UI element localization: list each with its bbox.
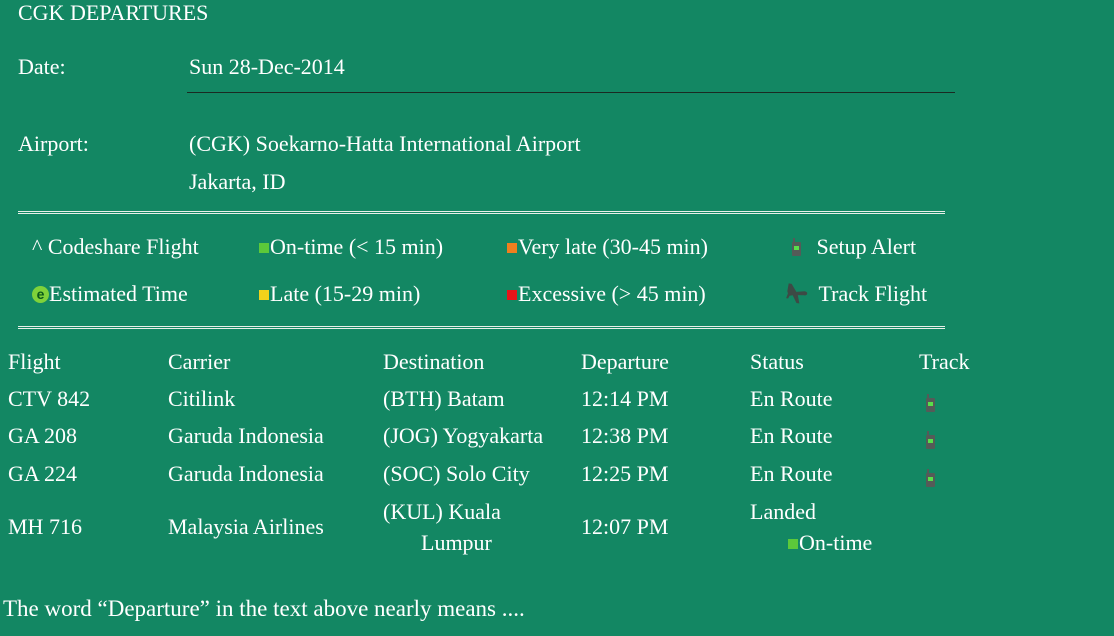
legend-late: Late (15-29 min) <box>259 281 420 307</box>
date-label: Date: <box>18 54 66 79</box>
row3-track-button[interactable] <box>925 465 935 491</box>
row1-flight[interactable]: CTV 842 <box>8 386 90 412</box>
legend-very-late: Very late (30-45 min) <box>507 234 708 260</box>
row4-destination-line2: Lumpur <box>421 530 492 555</box>
estimated-time-icon: e <box>32 286 49 303</box>
legend-setup-alert-label[interactable]: Setup Alert <box>817 234 917 259</box>
phone-alert-icon[interactable] <box>925 431 935 449</box>
row2-departure: 12:38 PM <box>581 423 669 448</box>
row4-destination-line1: (KUL) Kuala <box>383 499 501 524</box>
airport-name: (CGK) Soekarno-Hatta International Airpo… <box>189 131 581 156</box>
legend-codeshare: ^ Codeshare Flight <box>32 234 199 259</box>
legend-estimated: e Estimated Time <box>32 281 188 307</box>
legend-track-flight-label[interactable]: Track Flight <box>819 281 928 306</box>
header-flight: Flight <box>8 349 61 374</box>
row1-track-button[interactable] <box>925 390 935 416</box>
legend-ontime: On-time (< 15 min) <box>259 234 443 260</box>
row4-flight[interactable]: MH 716 <box>8 514 82 540</box>
row1-carrier: Citilink <box>168 386 236 411</box>
row3-flight[interactable]: GA 224 <box>8 461 77 487</box>
row1-status: En Route <box>750 386 833 411</box>
legend-bottom-divider <box>18 326 945 329</box>
row2-track-button[interactable] <box>925 427 935 453</box>
legend-excessive: Excessive (> 45 min) <box>507 281 706 307</box>
legend-estimated-label: Estimated Time <box>49 281 188 306</box>
excessive-swatch-icon <box>507 290 517 300</box>
legend-late-label: Late (15-29 min) <box>270 281 421 306</box>
legend-ontime-label: On-time (< 15 min) <box>270 234 444 259</box>
date-value: Sun 28-Dec-2014 <box>189 54 345 79</box>
legend-setup-alert[interactable]: Setup Alert <box>791 234 916 260</box>
question-text: The word “Departure” in the text above n… <box>3 596 525 621</box>
legend-top-divider <box>18 211 945 214</box>
row4-departure: 12:07 PM <box>581 514 669 539</box>
phone-alert-icon[interactable] <box>791 238 801 256</box>
header-destination: Destination <box>383 349 485 374</box>
ontime-swatch-icon <box>259 243 269 253</box>
row2-carrier: Garuda Indonesia <box>168 423 324 448</box>
phone-alert-icon[interactable] <box>925 394 935 412</box>
header-carrier: Carrier <box>168 349 231 374</box>
late-swatch-icon <box>259 290 269 300</box>
airport-city: Jakarta, ID <box>189 169 286 194</box>
row2-flight[interactable]: GA 208 <box>8 423 77 449</box>
row3-departure: 12:25 PM <box>581 461 669 486</box>
row4-carrier: Malaysia Airlines <box>168 514 324 539</box>
airport-label: Airport: <box>18 131 89 156</box>
ontime-swatch-icon <box>788 539 798 549</box>
header-track: Track <box>919 349 970 374</box>
legend-track-flight[interactable]: Track Flight <box>785 281 927 307</box>
row1-departure: 12:14 PM <box>581 386 669 411</box>
row4-status-note-label: On-time <box>799 530 873 555</box>
legend-excessive-label: Excessive (> 45 min) <box>518 281 706 306</box>
date-divider <box>187 92 955 93</box>
row4-status-note: On-time <box>788 530 872 556</box>
row3-carrier: Garuda Indonesia <box>168 461 324 486</box>
phone-alert-icon[interactable] <box>925 469 935 487</box>
row3-destination: (SOC) Solo City <box>383 461 530 486</box>
plane-icon[interactable] <box>785 282 809 306</box>
row2-destination: (JOG) Yogyakarta <box>383 423 544 448</box>
very-late-swatch-icon <box>507 243 517 253</box>
row2-status: En Route <box>750 423 833 448</box>
legend-very-late-label: Very late (30-45 min) <box>518 234 708 259</box>
row4-status: Landed <box>750 499 816 524</box>
row3-status: En Route <box>750 461 833 486</box>
row1-destination: (BTH) Batam <box>383 386 505 411</box>
header-status: Status <box>750 349 804 374</box>
header-departure: Departure <box>581 349 669 374</box>
page-title: CGK DEPARTURES <box>18 0 209 25</box>
